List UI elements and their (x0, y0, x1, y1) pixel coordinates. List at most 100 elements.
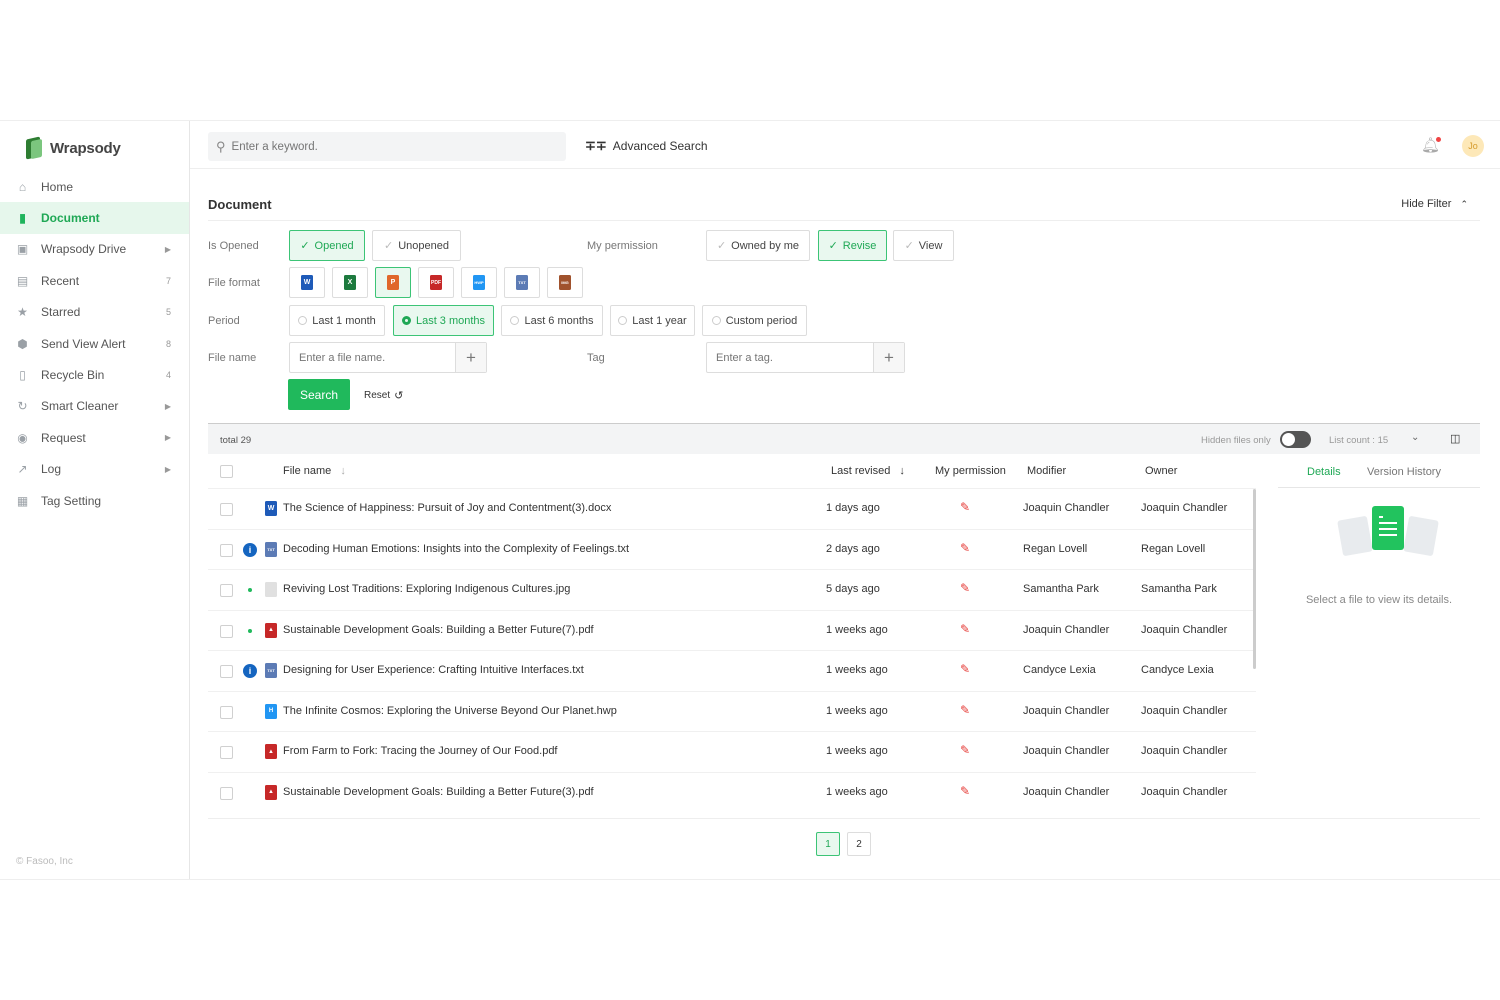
sidebar-item-tag-setting[interactable]: ▦ Tag Setting (0, 485, 189, 516)
row-checkbox[interactable] (220, 746, 233, 759)
advanced-search-button[interactable]: ∓∓ Advanced Search (585, 138, 708, 154)
row-checkbox[interactable] (220, 503, 233, 516)
tab-version-history[interactable]: Version History (1367, 466, 1441, 478)
format-word-button[interactable]: W (289, 267, 325, 298)
modifier: Joaquin Chandler (1023, 623, 1110, 636)
revise-permission-icon: ✎ (960, 581, 971, 595)
avatar[interactable]: Jo (1462, 135, 1484, 157)
pdf-icon: PDF (430, 275, 442, 290)
filter-view[interactable]: ✓ View (893, 230, 954, 261)
page-1-button[interactable]: 1 (816, 832, 840, 856)
format-pdf-button[interactable]: PDF (418, 267, 454, 298)
row-checkbox[interactable] (220, 786, 233, 800)
row-checkbox[interactable] (220, 584, 233, 597)
sidebar-item-recent[interactable]: ▤ Recent 7 (0, 265, 189, 296)
file-name[interactable]: The Infinite Cosmos: Exploring the Unive… (283, 705, 617, 717)
divider (208, 220, 1480, 221)
format-powerpoint-button[interactable]: P (375, 267, 411, 298)
file-name[interactable]: Reviving Lost Traditions: Exploring Indi… (283, 583, 570, 595)
divider (208, 818, 1480, 819)
row-checkbox[interactable] (220, 543, 233, 557)
table-row[interactable]: Reviving Lost Traditions: Exploring Indi… (208, 569, 1256, 610)
table-row[interactable]: i TXT Decoding Human Emotions: Insights in… (208, 528, 1256, 570)
app-logo[interactable]: Wrapsody (24, 133, 121, 163)
format-hwp-button[interactable]: HWP (461, 267, 497, 298)
header-last-revised[interactable]: Last revised ↓ (831, 465, 905, 477)
filter-revise[interactable]: ✓ Revise (818, 230, 887, 261)
file-name[interactable]: Decoding Human Emotions: Insights into t… (283, 543, 629, 555)
filter-unopened[interactable]: ✓ Unopened (372, 230, 461, 261)
period-last-3-months[interactable]: Last 3 months (393, 305, 494, 336)
file-name[interactable]: Sustainable Development Goals: Building … (283, 786, 594, 798)
period-last-1-year[interactable]: Last 1 year (610, 305, 695, 336)
file-name[interactable]: Sustainable Development Goals: Building … (283, 624, 594, 636)
sidebar-item-log[interactable]: ↗ Log ▶ (0, 454, 189, 485)
app-name: Wrapsody (50, 139, 121, 157)
page-title: Document (208, 197, 272, 212)
file-name[interactable]: Designing for User Experience: Crafting … (283, 664, 584, 676)
owner: Joaquin Chandler (1141, 745, 1228, 757)
format-txt-button[interactable]: TXT (504, 267, 540, 298)
table-row[interactable]: ▲ From Farm to Fork: Tracing the Journey … (208, 731, 1256, 772)
txt-file-icon: TXT (265, 663, 277, 678)
period-last-6-months[interactable]: Last 6 months (501, 305, 603, 336)
filter-view-label: View (918, 239, 943, 252)
revise-permission-icon: ✎ (960, 500, 971, 514)
search-button[interactable]: Search (288, 379, 350, 410)
add-file-name-button[interactable]: + (455, 343, 486, 372)
new-indicator-dot (248, 628, 252, 633)
table-row[interactable]: H The Infinite Cosmos: Exploring the Univ… (208, 690, 1256, 732)
file-format-label: File format (208, 277, 260, 289)
table-row[interactable]: ▲ Sustainable Development Goals: Building… (208, 609, 1256, 651)
add-tag-button[interactable]: + (873, 343, 904, 372)
sidebar-item-document[interactable]: ▮ Document (0, 202, 189, 234)
tab-details[interactable]: Details (1307, 466, 1341, 478)
hidden-files-toggle[interactable] (1280, 431, 1311, 448)
hide-filter-button[interactable]: Hide Filter ⌃ (1401, 198, 1468, 210)
pdf-file-icon: ▲ (265, 784, 277, 800)
home-icon: ⌂ (18, 179, 27, 194)
table-row[interactable]: i TXT Designing for User Experience: Craft… (208, 650, 1256, 691)
revise-permission-icon: ✎ (960, 783, 971, 798)
file-name[interactable]: The Science of Happiness: Pursuit of Joy… (283, 502, 611, 514)
table-row[interactable]: W The Science of Happiness: Pursuit of Jo… (208, 488, 1256, 529)
row-checkbox[interactable] (220, 665, 233, 678)
tag-input[interactable] (707, 351, 872, 364)
chevron-right-icon: ▶ (164, 244, 171, 254)
select-all-checkbox[interactable] (220, 465, 233, 478)
powerpoint-icon: P (387, 275, 399, 290)
row-checkbox[interactable] (220, 624, 233, 638)
keyword-search-input[interactable] (231, 140, 532, 153)
filter-opened[interactable]: ✓ Opened (289, 230, 365, 261)
row-checkbox[interactable] (220, 705, 233, 719)
header-my-permission[interactable]: My permission (935, 465, 1006, 477)
reset-button[interactable]: Reset ↺ (364, 389, 403, 402)
sidebar-item-request[interactable]: ◉ Request ▶ (0, 422, 189, 453)
chevron-up-icon: ⌃ (1460, 199, 1468, 209)
format-image-button[interactable]: IMG (547, 267, 583, 298)
sidebar-item-home[interactable]: ⌂ Home (0, 171, 189, 202)
file-name[interactable]: From Farm to Fork: Tracing the Journey o… (283, 745, 558, 757)
header-modifier[interactable]: Modifier (1027, 465, 1066, 477)
sidebar-item-recycle-bin[interactable]: ▯ Recycle Bin 4 (0, 359, 189, 390)
list-count-dropdown[interactable]: ⌄ (1411, 432, 1419, 443)
page-2-button[interactable]: 2 (847, 832, 871, 856)
item-count: 7 (165, 275, 171, 286)
sidebar-item-send-view-alert[interactable]: ⬢ Send View Alert 8 (0, 328, 189, 359)
chevron-down-icon: ⌄ (1411, 432, 1420, 443)
keyword-search[interactable]: ⚲ (208, 132, 566, 161)
radio-icon (711, 316, 721, 325)
file-name-input[interactable] (290, 351, 455, 364)
header-file-name[interactable]: File name ↓ (283, 465, 346, 477)
sidebar-item-starred[interactable]: ★ Starred 5 (0, 297, 189, 328)
filter-owned-by-me[interactable]: ✓ Owned by me (706, 230, 810, 261)
table-scrollbar[interactable] (1253, 489, 1256, 669)
header-owner[interactable]: Owner (1145, 465, 1177, 477)
period-custom[interactable]: Custom period (702, 305, 807, 336)
format-excel-button[interactable]: X (332, 267, 368, 298)
table-row[interactable]: ▲ Sustainable Development Goals: Building… (208, 771, 1256, 813)
period-last-1-month[interactable]: Last 1 month (289, 305, 385, 336)
sidebar-item-wrapsody-drive[interactable]: ▣ Wrapsody Drive ▶ (0, 234, 189, 265)
column-settings-icon[interactable]: ◫ (1450, 432, 1460, 445)
sidebar-item-smart-cleaner[interactable]: ↻ Smart Cleaner ▶ (0, 391, 189, 422)
